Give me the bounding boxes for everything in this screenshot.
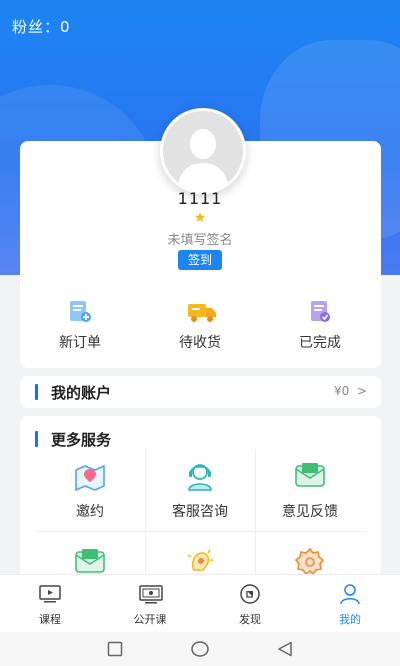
checkin-button[interactable]: 签到 bbox=[178, 250, 222, 270]
system-nav-bar bbox=[0, 632, 400, 666]
section-marker bbox=[35, 431, 38, 447]
order-new-label: 新订单 bbox=[59, 335, 101, 351]
tab-public-class[interactable]: 公开课 bbox=[110, 583, 190, 627]
service-invite-label: 邀约 bbox=[76, 504, 104, 520]
tab-courses-label: 课程 bbox=[39, 613, 61, 626]
order-pending-label: 待收货 bbox=[179, 335, 221, 351]
user-profile-icon bbox=[338, 583, 362, 605]
signature-text[interactable]: 未填写签名 bbox=[0, 229, 400, 248]
discover-compass-icon bbox=[238, 583, 262, 605]
delivery-truck-icon bbox=[187, 300, 216, 324]
section-marker bbox=[35, 384, 38, 400]
tab-discover[interactable]: 发现 bbox=[210, 583, 290, 627]
account-balance: ¥0 > bbox=[334, 384, 367, 398]
video-course-icon bbox=[38, 583, 62, 605]
tab-mine-label: 我的 bbox=[339, 613, 361, 626]
tab-courses[interactable]: 课程 bbox=[10, 583, 90, 627]
star-icon: ★ bbox=[193, 210, 207, 226]
services-title: 更多服务 bbox=[51, 431, 112, 449]
fans-count: 粉丝：0 bbox=[12, 18, 71, 36]
recent-apps-icon[interactable] bbox=[107, 641, 123, 661]
customer-service-icon bbox=[183, 460, 217, 492]
home-icon[interactable] bbox=[191, 641, 209, 661]
tab-mine[interactable]: 我的 bbox=[310, 583, 390, 627]
completed-order-icon bbox=[307, 300, 333, 324]
tab-public-class-label: 公开课 bbox=[133, 613, 167, 626]
public-class-icon bbox=[138, 583, 163, 605]
username: 1111 bbox=[177, 189, 223, 208]
order-new[interactable]: 新订单 bbox=[25, 300, 135, 352]
invite-map-icon bbox=[73, 460, 107, 492]
order-completed[interactable]: 已完成 bbox=[265, 300, 375, 352]
service-customer-label: 客服咨询 bbox=[172, 504, 228, 520]
feedback-mail-icon bbox=[293, 460, 327, 492]
service-feedback[interactable]: 意见反馈 bbox=[255, 460, 365, 521]
service-invite[interactable]: 邀约 bbox=[35, 460, 145, 521]
chevron-right-icon: > bbox=[356, 384, 367, 398]
service-customer[interactable]: 客服咨询 bbox=[145, 460, 255, 521]
account-title: 我的账户 bbox=[51, 384, 112, 402]
bottom-tab-bar: 课程 公开课 发现 我的 bbox=[0, 574, 400, 633]
order-pending[interactable]: 待收货 bbox=[145, 300, 255, 352]
avatar[interactable] bbox=[160, 108, 246, 194]
account-row[interactable]: 我的账户 ¥0 > bbox=[20, 376, 381, 408]
avatar-silhouette-icon bbox=[163, 111, 243, 191]
back-icon[interactable] bbox=[277, 641, 293, 661]
tab-discover-label: 发现 bbox=[239, 613, 261, 626]
divider bbox=[35, 531, 366, 532]
service-feedback-label: 意见反馈 bbox=[282, 504, 338, 520]
new-order-icon bbox=[67, 300, 93, 324]
order-completed-label: 已完成 bbox=[299, 335, 341, 351]
